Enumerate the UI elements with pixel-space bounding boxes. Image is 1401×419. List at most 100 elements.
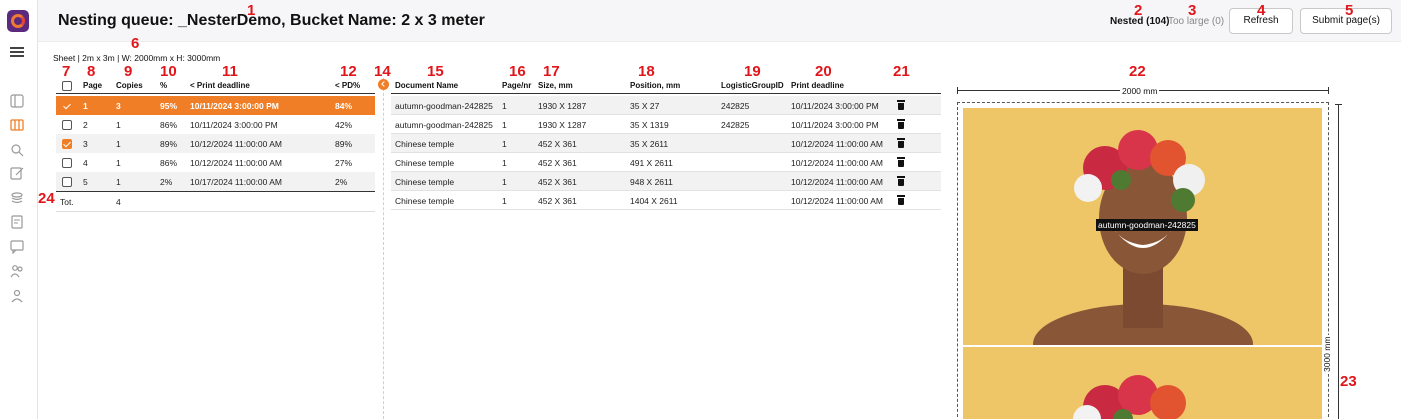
cell-deadline: 10/11/2024 3:00:00 PM bbox=[190, 101, 279, 111]
menu-icon[interactable] bbox=[10, 47, 24, 57]
cell-deadline: 10/12/2024 11:00:00 AM bbox=[190, 139, 283, 149]
table-row[interactable]: Chinese temple 1 452 X 361 1404 X 2611 10/12… bbox=[391, 191, 941, 210]
cell-size: 1930 X 1287 bbox=[538, 120, 587, 130]
dashboard-icon[interactable] bbox=[10, 94, 24, 108]
cell-position: 1404 X 2611 bbox=[630, 196, 678, 206]
cell-document-name: Chinese temple bbox=[395, 177, 455, 187]
page-header: Nesting queue: _NesterDemo, Bucket Name:… bbox=[38, 0, 1401, 42]
select-all-checkbox[interactable] bbox=[62, 81, 72, 91]
col-page[interactable]: Page bbox=[83, 81, 102, 90]
cell-page: 3 bbox=[83, 139, 88, 149]
cell-page: 2 bbox=[83, 120, 88, 130]
cell-print-deadline: 10/12/2024 11:00:00 AM bbox=[791, 196, 884, 206]
marker: 2 bbox=[1134, 2, 1143, 19]
nesting-icon[interactable] bbox=[10, 118, 24, 132]
cell-document-name: Chinese temple bbox=[395, 196, 455, 206]
marker: 12 bbox=[340, 63, 357, 80]
sheet-info: Sheet | 2m x 3m | W: 2000mm x H: 3000mm bbox=[53, 53, 221, 63]
marker: 19 bbox=[744, 63, 761, 80]
height-label: 3000 mm bbox=[1322, 334, 1332, 374]
cell-print-deadline: 10/11/2024 3:00:00 PM bbox=[791, 101, 879, 111]
cell-page-nr: 1 bbox=[502, 196, 507, 206]
cell-size: 452 X 361 bbox=[538, 158, 577, 168]
trash-icon[interactable] bbox=[897, 176, 905, 186]
col-position[interactable]: Position, mm bbox=[630, 81, 680, 90]
col-logistic-group-id[interactable]: LogisticGroupID bbox=[721, 81, 784, 90]
row-checkbox[interactable] bbox=[62, 101, 72, 111]
panel-divider bbox=[383, 78, 384, 419]
table-row[interactable]: Chinese temple 1 452 X 361 948 X 2611 10/12/… bbox=[391, 172, 941, 191]
trash-icon[interactable] bbox=[897, 119, 905, 129]
cell-page-nr: 1 bbox=[502, 120, 507, 130]
cell-page: 4 bbox=[83, 158, 88, 168]
users-icon[interactable] bbox=[10, 264, 24, 278]
user-settings-icon[interactable] bbox=[10, 289, 24, 303]
height-dimension bbox=[1335, 104, 1342, 419]
table-row[interactable]: 4 1 86% 10/12/2024 11:00:00 AM 27% bbox=[56, 153, 375, 172]
document-icon[interactable] bbox=[10, 215, 24, 229]
col-percent[interactable]: % bbox=[160, 81, 167, 90]
table-row[interactable]: autumn-goodman-242825 1 1930 X 1287 35 X 13… bbox=[391, 115, 941, 134]
marker: 4 bbox=[1257, 2, 1266, 19]
cell-percent: 86% bbox=[160, 120, 178, 130]
row-checkbox[interactable] bbox=[62, 177, 72, 187]
trash-icon[interactable] bbox=[897, 195, 905, 205]
row-checkbox[interactable] bbox=[62, 139, 72, 149]
marker: 5 bbox=[1345, 2, 1354, 19]
col-copies[interactable]: Copies bbox=[116, 81, 143, 90]
chevron-left-icon[interactable] bbox=[378, 79, 389, 90]
trash-icon[interactable] bbox=[897, 100, 905, 110]
col-page-nr[interactable]: Page/nr bbox=[502, 81, 531, 90]
nested-image-copy[interactable] bbox=[963, 347, 1322, 419]
marker: 3 bbox=[1188, 2, 1197, 19]
cell-document-name: autumn-goodman-242825 bbox=[395, 120, 493, 130]
cell-deadline: 10/17/2024 11:00:00 AM bbox=[190, 177, 283, 187]
marker: 21 bbox=[893, 63, 910, 80]
col-document-name[interactable]: Document Name bbox=[395, 81, 458, 90]
trash-icon[interactable] bbox=[897, 157, 905, 167]
cell-pd: 2% bbox=[335, 177, 348, 187]
cell-page-nr: 1 bbox=[502, 158, 507, 168]
table-row[interactable]: Chinese temple 1 452 X 361 35 X 2611 10/12/2… bbox=[391, 134, 941, 153]
trash-icon[interactable] bbox=[897, 138, 905, 148]
cell-deadline: 10/12/2024 11:00:00 AM bbox=[190, 158, 283, 168]
col-print-deadline[interactable]: < Print deadline bbox=[190, 81, 250, 90]
table-row[interactable]: 2 1 86% 10/11/2024 3:00:00 PM 42% bbox=[56, 115, 375, 134]
cell-logistic-group-id: 242825 bbox=[721, 120, 750, 130]
layers-icon[interactable] bbox=[10, 191, 24, 205]
cell-document-name: autumn-goodman-242825 bbox=[395, 101, 493, 111]
marker: 6 bbox=[131, 35, 140, 52]
cell-position: 35 X 27 bbox=[630, 101, 660, 111]
col-size[interactable]: Size, mm bbox=[538, 81, 573, 90]
edit-icon[interactable] bbox=[10, 166, 24, 180]
marker: 23 bbox=[1340, 373, 1357, 390]
chat-icon[interactable] bbox=[10, 240, 24, 254]
cell-percent: 2% bbox=[160, 177, 173, 187]
marker: 24 bbox=[38, 190, 55, 207]
app-logo-icon[interactable] bbox=[7, 10, 29, 32]
cell-copies: 1 bbox=[116, 120, 121, 130]
marker: 18 bbox=[638, 63, 655, 80]
table-row[interactable]: autumn-goodman-242825 1 1930 X 1287 35 X 27… bbox=[391, 96, 941, 115]
table-row[interactable]: 3 1 89% 10/12/2024 11:00:00 AM 89% bbox=[56, 134, 375, 153]
cell-logistic-group-id: 242825 bbox=[721, 101, 750, 111]
marker: 15 bbox=[427, 63, 444, 80]
cell-pd: 27% bbox=[335, 158, 353, 168]
search-user-icon[interactable] bbox=[10, 143, 24, 157]
cell-page-nr: 1 bbox=[502, 101, 507, 111]
row-checkbox[interactable] bbox=[62, 120, 72, 130]
row-checkbox[interactable] bbox=[62, 158, 72, 168]
cell-size: 452 X 361 bbox=[538, 196, 577, 206]
table-row[interactable]: 5 1 2% 10/17/2024 11:00:00 AM 2% bbox=[56, 172, 375, 191]
cell-size: 1930 X 1287 bbox=[538, 101, 587, 111]
col-doc-print-deadline[interactable]: Print deadline bbox=[791, 81, 844, 90]
cell-position: 948 X 2611 bbox=[630, 177, 673, 187]
cell-pd: 42% bbox=[335, 120, 353, 130]
marker: 9 bbox=[124, 63, 133, 80]
table-row[interactable]: 1 3 95% 10/11/2024 3:00:00 PM 84% bbox=[56, 96, 375, 115]
table-row[interactable]: Chinese temple 1 452 X 361 491 X 2611 10/12/… bbox=[391, 153, 941, 172]
cell-page-nr: 1 bbox=[502, 139, 507, 149]
col-pd-percent[interactable]: < PD% bbox=[335, 81, 360, 90]
image-label: autumn-goodman-242825 bbox=[1096, 219, 1198, 231]
cell-percent: 95% bbox=[160, 101, 178, 111]
